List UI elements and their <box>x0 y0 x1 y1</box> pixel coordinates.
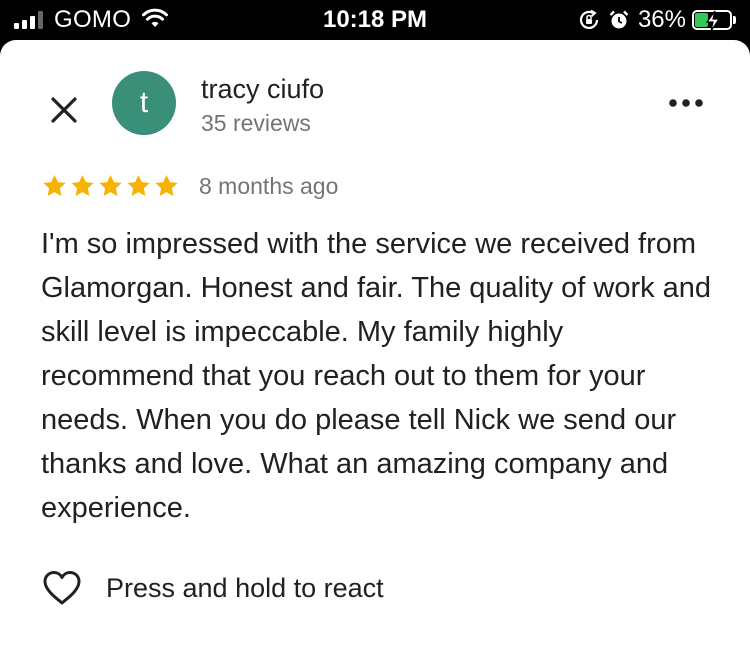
star-icon <box>127 174 150 196</box>
star-rating <box>41 173 181 199</box>
more-vert-icon <box>669 99 703 107</box>
author-review-count: 35 reviews <box>201 110 311 136</box>
review-text: I'm so impressed with the service we rec… <box>41 228 712 524</box>
star-icon <box>71 174 94 196</box>
star-icon <box>155 174 178 196</box>
rotation-lock-icon <box>578 9 600 31</box>
close-icon <box>51 97 77 123</box>
avatar[interactable]: t <box>112 71 176 135</box>
battery-nub <box>733 16 736 24</box>
react-label: Press and hold to react <box>106 572 384 603</box>
status-bar: GOMO 10:18 PM 36% <box>0 0 750 40</box>
review-sheet: t tracy ciufo 35 reviews 8 months ago I'… <box>0 40 750 654</box>
close-button[interactable] <box>42 88 86 132</box>
rating-row: 8 months ago <box>41 172 338 200</box>
author-name[interactable]: tracy ciufo <box>201 74 324 105</box>
react-button[interactable]: Press and hold to react <box>42 568 384 608</box>
review-time: 8 months ago <box>199 172 339 199</box>
battery-percent: 36% <box>637 6 686 33</box>
heart-outline-icon <box>43 571 81 605</box>
battery-charging-icon <box>692 10 732 32</box>
status-right: 36% <box>570 6 736 34</box>
alarm-icon <box>608 9 630 31</box>
star-icon <box>99 174 122 196</box>
more-options-button[interactable] <box>664 88 708 118</box>
star-icon <box>43 174 66 196</box>
